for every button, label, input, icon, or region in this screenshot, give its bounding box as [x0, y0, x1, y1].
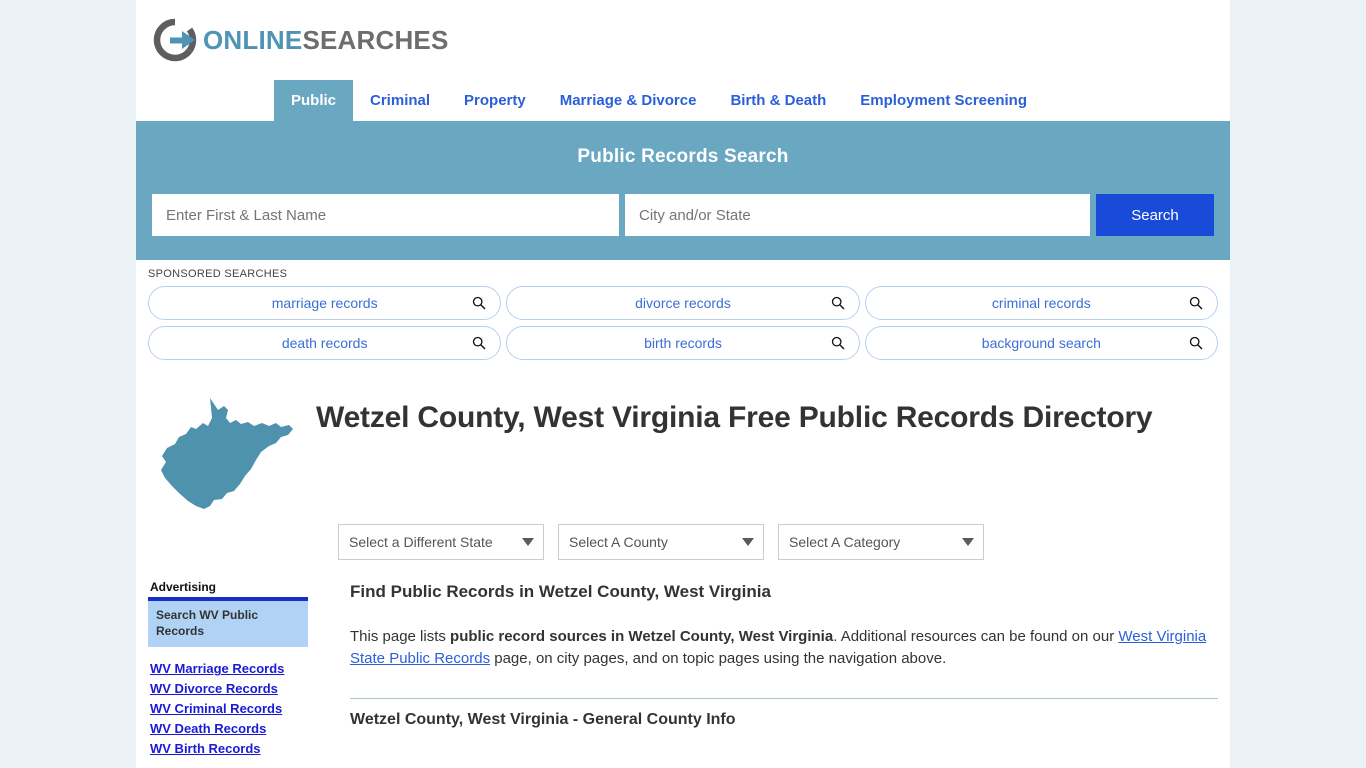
search-icon [472, 296, 486, 310]
sponsored-pill-label: birth records [644, 335, 722, 351]
chevron-down-icon [522, 538, 534, 546]
site-logo[interactable]: ONLINESEARCHES [153, 18, 449, 62]
sponsored-searches-label: SPONSORED SEARCHES [148, 268, 288, 280]
tab-employment-screening[interactable]: Employment Screening [843, 80, 1044, 121]
public-records-search-banner: Public Records Search Search [136, 124, 1230, 260]
sidebar: Advertising Search WV Public Records WV … [148, 580, 338, 761]
tab-criminal[interactable]: Criminal [353, 80, 447, 121]
content-area: Advertising Search WV Public Records WV … [136, 560, 1230, 761]
search-icon [1189, 296, 1203, 310]
search-icon [1189, 336, 1203, 350]
general-county-info-heading: Wetzel County, West Virginia - General C… [350, 711, 736, 729]
sponsored-pill-label: marriage records [271, 295, 378, 311]
select-county[interactable]: Select A County [558, 524, 764, 560]
select-state[interactable]: Select a Different State [338, 524, 544, 560]
tab-birth-death[interactable]: Birth & Death [713, 80, 843, 121]
circle-arrow-icon [153, 18, 197, 62]
divider [350, 698, 1218, 700]
chevron-down-icon [742, 538, 754, 546]
main-navigation: Public Criminal Property Marriage & Divo… [136, 80, 1230, 124]
sponsored-pill-criminal-records[interactable]: criminal records [864, 286, 1218, 320]
name-search-input[interactable] [152, 194, 619, 236]
logo-wordmark: ONLINESEARCHES [203, 25, 449, 56]
chevron-down-icon [962, 538, 974, 546]
sidebar-link-wv-birth-records[interactable]: WV Birth Records [150, 741, 338, 756]
sponsored-pill-label: death records [281, 335, 368, 351]
advertising-label: Advertising [150, 580, 217, 594]
filter-selects: Select a Different State Select A County… [136, 514, 1230, 560]
west-virginia-state-map-icon [148, 396, 298, 514]
sidebar-links: WV Marriage Records WV Divorce Records W… [148, 661, 338, 756]
sponsored-pill-marriage-records[interactable]: marriage records [148, 286, 502, 320]
logo-text-online: ONLINE [203, 24, 303, 55]
main-column: Find Public Records in Wetzel County, We… [338, 580, 1218, 761]
search-icon [831, 296, 845, 310]
sponsored-pill-divorce-records[interactable]: divorce records [506, 286, 860, 320]
ad-box[interactable]: Search WV Public Records [148, 597, 308, 648]
sponsored-row-2: death records birth records background s… [148, 326, 1218, 360]
site-header: ONLINESEARCHES [136, 0, 1230, 80]
sponsored-pill-death-records[interactable]: death records [148, 326, 502, 360]
search-button[interactable]: Search [1096, 194, 1214, 236]
search-icon [472, 336, 486, 350]
page-title: Wetzel County, West Virginia Free Public… [316, 401, 1153, 434]
sidebar-link-wv-criminal-records[interactable]: WV Criminal Records [150, 701, 338, 716]
location-search-input[interactable] [625, 194, 1090, 236]
intro-text-2: . Additional resources can be found on o… [833, 628, 1119, 645]
sponsored-row-1: marriage records divorce records crimina… [148, 286, 1218, 320]
intro-text-3: page, on city pages, and on topic pages … [490, 650, 947, 668]
sponsored-pill-birth-records[interactable]: birth records [506, 326, 860, 360]
tab-marriage-divorce[interactable]: Marriage & Divorce [543, 80, 714, 121]
select-category[interactable]: Select A Category [778, 524, 984, 560]
sponsored-pill-label: background search [981, 335, 1101, 351]
search-icon [831, 336, 845, 350]
sidebar-link-wv-divorce-records[interactable]: WV Divorce Records [150, 681, 338, 696]
intro-text-bold: public record sources in Wetzel County, … [450, 628, 834, 645]
logo-text-searches: SEARCHES [302, 24, 449, 55]
sidebar-link-wv-marriage-records[interactable]: WV Marriage Records [150, 661, 338, 676]
intro-paragraph: This page lists public record sources in… [350, 626, 1218, 670]
search-form: Search [152, 194, 1214, 236]
sponsored-searches: SPONSORED SEARCHES marriage records divo… [136, 260, 1230, 370]
banner-title: Public Records Search [577, 146, 789, 167]
tab-public[interactable]: Public [274, 80, 354, 121]
sponsored-pill-background-search[interactable]: background search [864, 326, 1218, 360]
hero-section: Wetzel County, West Virginia Free Public… [136, 370, 1230, 514]
intro-text-1: This page lists [350, 628, 451, 645]
select-state-value: Select a Different State [349, 534, 493, 550]
page-container: ONLINESEARCHES Public Criminal Property … [136, 0, 1230, 768]
select-category-value: Select A Category [789, 534, 901, 550]
sponsored-pill-label: divorce records [635, 295, 731, 311]
sponsored-pill-label: criminal records [991, 295, 1091, 311]
tab-property[interactable]: Property [447, 80, 543, 121]
section-heading: Find Public Records in Wetzel County, We… [350, 582, 771, 601]
sidebar-link-wv-death-records[interactable]: WV Death Records [150, 721, 338, 736]
select-county-value: Select A County [569, 534, 668, 550]
